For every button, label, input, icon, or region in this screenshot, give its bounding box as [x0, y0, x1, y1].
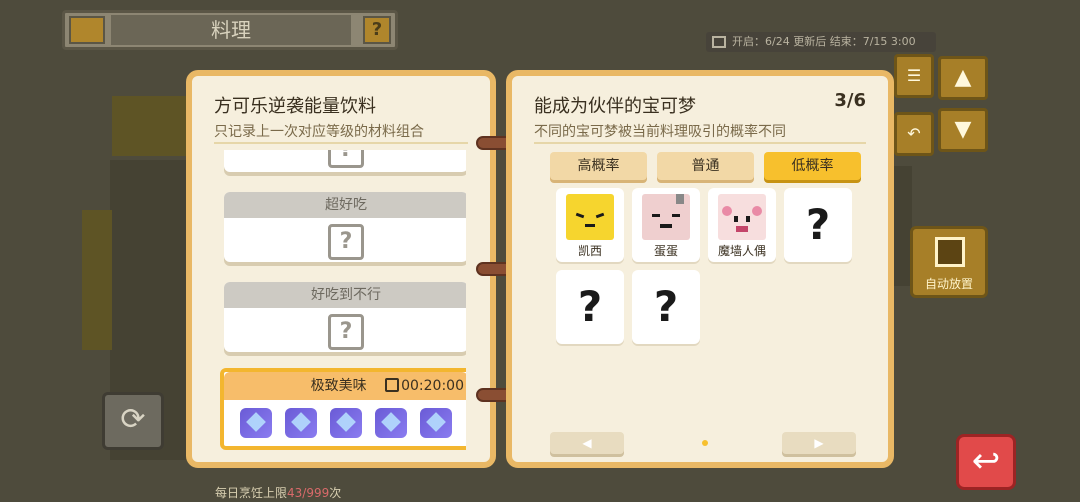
calendar-icon: [712, 36, 726, 48]
ingredient-row: [224, 400, 466, 448]
menu-list-button[interactable]: ☰: [894, 54, 934, 98]
pokemon-card[interactable]: 魔墙人偶: [708, 188, 776, 262]
pokemon-page-title: 能成为伙伴的宝可梦: [534, 96, 696, 117]
crystal-ingredient-icon[interactable]: [374, 408, 407, 438]
limit-prefix: 每日烹饪上限: [215, 486, 288, 500]
pokemon-card-unknown[interactable]: ?: [784, 188, 852, 262]
unknown-ingredient-icon: ?: [328, 150, 364, 168]
level-label: 极致美味: [310, 378, 367, 394]
camera-button[interactable]: ⟳: [102, 392, 164, 450]
recipe-level-card-selected[interactable]: 极致美味 00:20:00: [220, 368, 466, 450]
auto-place-icon: [935, 237, 965, 267]
recipe-level-list[interactable]: ? 超好吃 ? 好吃到不行 ? 极致美味 00:20:00: [216, 150, 466, 456]
event-banner: 开启：6/24 更新后 结束：7/15 3:00: [706, 32, 936, 52]
page-indicator-dot: [702, 440, 708, 446]
daily-limit: 每日烹饪上限43/999次: [215, 484, 341, 501]
level-label: 好吃到不行: [224, 282, 466, 308]
pokemon-card[interactable]: 蛋蛋: [632, 188, 700, 262]
scroll-down-button[interactable]: ▼: [938, 108, 988, 152]
next-page-button[interactable]: ▶: [782, 432, 856, 454]
event-text: 开启：6/24 更新后 结束：7/15 3:00: [732, 35, 916, 48]
recipe-level-card[interactable]: 好吃到不行 ?: [224, 282, 466, 352]
pokemon-name: 蛋蛋: [653, 244, 678, 258]
recipe-level-card[interactable]: 超好吃 ?: [224, 192, 466, 262]
auto-place-button[interactable]: 自动放置: [910, 226, 988, 298]
tab-high[interactable]: 高概率: [550, 152, 647, 180]
help-button[interactable]: ?: [363, 16, 391, 44]
level-header: 极致美味 00:20:00: [224, 372, 466, 400]
scroll-up-button[interactable]: ▲: [938, 56, 988, 100]
back-button[interactable]: ↩: [956, 434, 1016, 490]
recipe-title: 方可乐逆袭能量饮料: [214, 96, 376, 117]
unknown-ingredient-icon: ?: [328, 314, 364, 350]
pokemon-page-subtitle: 不同的宝可梦被当前料理吸引的概率不同: [534, 124, 786, 140]
crystal-ingredient-icon[interactable]: [285, 408, 318, 438]
crystal-ingredient-icon[interactable]: [329, 408, 362, 438]
level-label: 超好吃: [224, 192, 466, 218]
limit-suffix: 次: [329, 486, 342, 500]
page-number: 3/6: [834, 90, 866, 111]
crystal-ingredient-icon[interactable]: [240, 408, 273, 438]
divider: [214, 142, 468, 144]
pokemon-page: 能成为伙伴的宝可梦 3/6 不同的宝可梦被当前料理吸引的概率不同 高概率 普通 …: [506, 70, 894, 468]
tab-normal[interactable]: 普通: [657, 152, 754, 180]
cooking-pot-icon[interactable]: [69, 16, 105, 44]
pokemon-card-unknown[interactable]: ?: [556, 270, 624, 344]
recipe-level-card-partial[interactable]: ?: [224, 150, 466, 172]
top-bar: 料理 ?: [62, 10, 398, 50]
timer: 00:20:00: [385, 372, 464, 400]
probability-tabs: 高概率 普通 低概率: [550, 152, 862, 180]
divider: [534, 142, 866, 144]
recipe-page: 方可乐逆袭能量饮料 只记录上一次对应等级的材料组合 ? 超好吃 ? 好吃到不行 …: [186, 70, 496, 468]
undo-button[interactable]: ↶: [894, 112, 934, 156]
timer-value: 00:20:00: [401, 378, 464, 394]
recipe-subtitle: 只记录上一次对应等级的材料组合: [214, 124, 424, 140]
prev-page-button[interactable]: ◀: [550, 432, 624, 454]
tab-low[interactable]: 低概率: [764, 152, 861, 180]
auto-place-label: 自动放置: [924, 277, 973, 291]
pokemon-name: 魔墙人偶: [717, 244, 766, 258]
screen-title: 料理: [111, 15, 351, 45]
mr-mime-icon: [718, 194, 766, 240]
crystal-ingredient-icon[interactable]: [419, 408, 452, 438]
unknown-pokemon-icon: ?: [653, 282, 679, 331]
limit-value: 43/999: [287, 486, 330, 500]
pokemon-card-unknown[interactable]: ?: [632, 270, 700, 344]
unknown-ingredient-icon: ?: [328, 224, 364, 260]
abra-icon: [566, 194, 614, 240]
exeggcute-icon: [642, 194, 690, 240]
clock-icon: [385, 378, 400, 392]
unknown-pokemon-icon: ?: [577, 282, 603, 331]
pokemon-card[interactable]: 凯西: [556, 188, 624, 262]
pokemon-name: 凯西: [577, 244, 602, 258]
unknown-pokemon-icon: ?: [805, 200, 831, 249]
